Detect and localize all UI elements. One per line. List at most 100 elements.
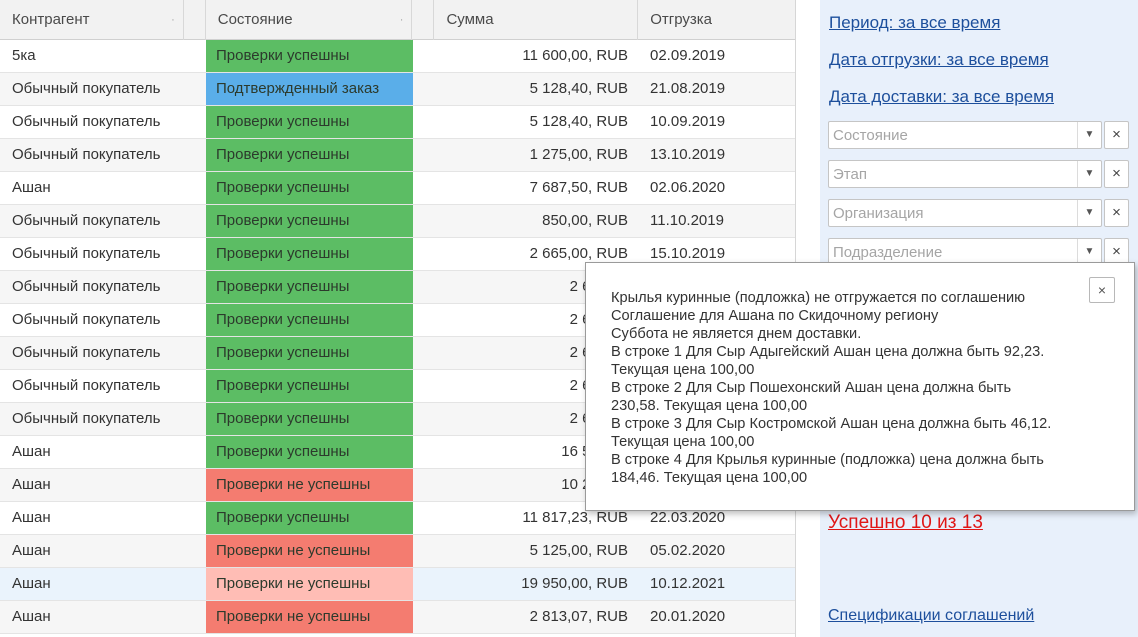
header-shipment[interactable]: Отгрузка: [638, 0, 795, 40]
state-cell: Проверки успешны: [206, 403, 413, 435]
popup-line: Крылья куринные (подложка) не отгружаетс…: [611, 290, 1026, 306]
cell-spacer: [184, 40, 206, 72]
stage-filter-placeholder: Этап: [833, 166, 867, 183]
cell-spacer: [184, 271, 206, 303]
table-row[interactable]: Обычный покупатель Подтвержденный заказ 5 …: [0, 73, 795, 106]
close-icon[interactable]: ×: [1104, 199, 1129, 227]
cell-spacer: [413, 370, 435, 402]
table-row[interactable]: Ашан Проверки успешны 7 687,50, RUB 02.06.2…: [0, 172, 795, 205]
shipment-date-cell: 05.02.2020: [650, 542, 726, 559]
header-state[interactable]: Состояние ·: [206, 0, 413, 40]
close-icon[interactable]: ×: [1104, 160, 1129, 188]
popup-line: 184,46. Текущая цена 100,00: [611, 470, 808, 486]
organization-filter-placeholder: Организация: [833, 205, 924, 222]
cell-spacer: [413, 205, 435, 237]
stage-filter: Этап ▼ ×: [828, 160, 1129, 188]
cell-spacer: [413, 238, 435, 270]
shipment-date-cell: 21.08.2019: [650, 80, 726, 97]
cell-spacer: [184, 403, 206, 435]
chevron-down-icon[interactable]: ▼: [1077, 200, 1101, 226]
header-counterparty-label: Контрагент: [12, 11, 90, 28]
counterparty-cell: Обычный покупатель: [12, 245, 161, 262]
cell-spacer: [184, 502, 206, 534]
period-link[interactable]: Период: за все время: [829, 13, 1000, 33]
column-handle-icon: ·: [171, 14, 175, 26]
cell-spacer: [413, 172, 435, 204]
cell-spacer: [413, 502, 435, 534]
cell-spacer: [184, 106, 206, 138]
cell-spacer: [184, 139, 206, 171]
chevron-down-icon[interactable]: ▼: [1077, 161, 1101, 187]
state-cell: Проверки успешны: [206, 238, 413, 270]
cell-spacer: [413, 40, 435, 72]
table-row[interactable]: Ашан Проверки не успешны 19 950,00, RUB 10.…: [0, 568, 795, 601]
sum-cell: 5 128,40, RUB: [529, 113, 628, 130]
table-row[interactable]: Ашан Проверки не успешны 5 125,00, RUB 05.0…: [0, 535, 795, 568]
state-cell: Проверки успешны: [206, 40, 413, 72]
counterparty-cell: Ашан: [12, 179, 51, 196]
popup-line: Текущая цена 100,00: [611, 434, 755, 450]
popup-line: В строке 4 Для Крылья куринные (подложка…: [611, 452, 1044, 468]
header-state-label: Состояние: [217, 11, 293, 28]
column-handle-icon: ·: [399, 14, 404, 26]
cell-spacer: [184, 601, 206, 633]
sum-cell: 2 813,07, RUB: [529, 608, 628, 625]
counterparty-cell: Обычный покупатель: [12, 146, 161, 163]
counterparty-cell: Ашан: [12, 542, 51, 559]
cell-spacer: [184, 205, 206, 237]
state-cell: Проверки успешны: [206, 436, 413, 468]
cell-spacer: [413, 139, 435, 171]
table-row[interactable]: Ашан Проверки не успешны 2 813,07, RUB 20.0…: [0, 601, 795, 634]
table-header: Контрагент · Состояние · Сумма Отгрузка: [0, 0, 795, 40]
stage-filter-input[interactable]: Этап ▼: [828, 160, 1102, 188]
popup-line: Соглашение для Ашана по Скидочному регио…: [611, 308, 939, 324]
cell-spacer: [184, 238, 206, 270]
cell-spacer: [184, 337, 206, 369]
sum-cell: 5 125,00, RUB: [529, 542, 628, 559]
popup-line: Суббота не является днем доставки.: [611, 326, 862, 342]
table-row[interactable]: Обычный покупатель Проверки успешны 1 275,…: [0, 139, 795, 172]
cell-spacer: [413, 535, 435, 567]
close-icon[interactable]: ×: [1104, 121, 1129, 149]
shipment-date-cell: 10.09.2019: [650, 113, 726, 130]
chevron-down-icon[interactable]: ▼: [1077, 122, 1101, 148]
agreement-specs-link[interactable]: Спецификации соглашений: [828, 607, 1034, 625]
shipment-date-link[interactable]: Дата отгрузки: за все время: [829, 50, 1049, 70]
state-cell: Проверки успешны: [206, 271, 413, 303]
state-cell: Проверки не успешны: [206, 601, 413, 633]
delivery-date-link[interactable]: Дата доставки: за все время: [829, 87, 1054, 107]
shipment-date-cell: 10.12.2021: [650, 575, 726, 592]
success-summary-link[interactable]: Успешно 10 из 13: [828, 512, 983, 534]
table-row[interactable]: 5ка Проверки успешны 11 600,00, RUB 02.09.2…: [0, 40, 795, 73]
cell-spacer: [413, 337, 435, 369]
state-filter-input[interactable]: Состояние ▼: [828, 121, 1102, 149]
cell-spacer: [184, 568, 206, 600]
shipment-date-cell: 20.01.2020: [650, 608, 726, 625]
header-sum[interactable]: Сумма: [434, 0, 639, 40]
cell-spacer: [413, 271, 435, 303]
cell-spacer: [184, 304, 206, 336]
header-counterparty[interactable]: Контрагент ·: [0, 0, 184, 40]
header-shipment-label: Отгрузка: [650, 11, 712, 28]
shipment-date-cell: 02.09.2019: [650, 47, 726, 64]
shipment-date-cell: 02.06.2020: [650, 179, 726, 196]
counterparty-cell: Обычный покупатель: [12, 80, 161, 97]
table-row[interactable]: Обычный покупатель Проверки успешны 850,00…: [0, 205, 795, 238]
popup-line: 230,58. Текущая цена 100,00: [611, 398, 808, 414]
state-cell: Проверки успешны: [206, 370, 413, 402]
popup-message: Крылья куринные (подложка) не отгружаетс…: [611, 289, 1081, 487]
cell-spacer: [413, 106, 435, 138]
header-spacer: [184, 0, 206, 40]
check-results-popup: Крылья куринные (подложка) не отгружаетс…: [585, 262, 1135, 511]
popup-line: В строке 1 Для Сыр Адыгейский Ашан цена …: [611, 344, 1045, 360]
state-cell: Проверки не успешны: [206, 568, 413, 600]
close-icon[interactable]: ×: [1089, 277, 1115, 303]
header-spacer: [412, 0, 435, 40]
cell-spacer: [413, 403, 435, 435]
sum-cell: 7 687,50, RUB: [529, 179, 628, 196]
organization-filter-input[interactable]: Организация ▼: [828, 199, 1102, 227]
shipment-date-cell: 13.10.2019: [650, 146, 726, 163]
counterparty-cell: Обычный покупатель: [12, 278, 161, 295]
sum-cell: 1 275,00, RUB: [529, 146, 628, 163]
table-row[interactable]: Обычный покупатель Проверки успешны 5 128,…: [0, 106, 795, 139]
